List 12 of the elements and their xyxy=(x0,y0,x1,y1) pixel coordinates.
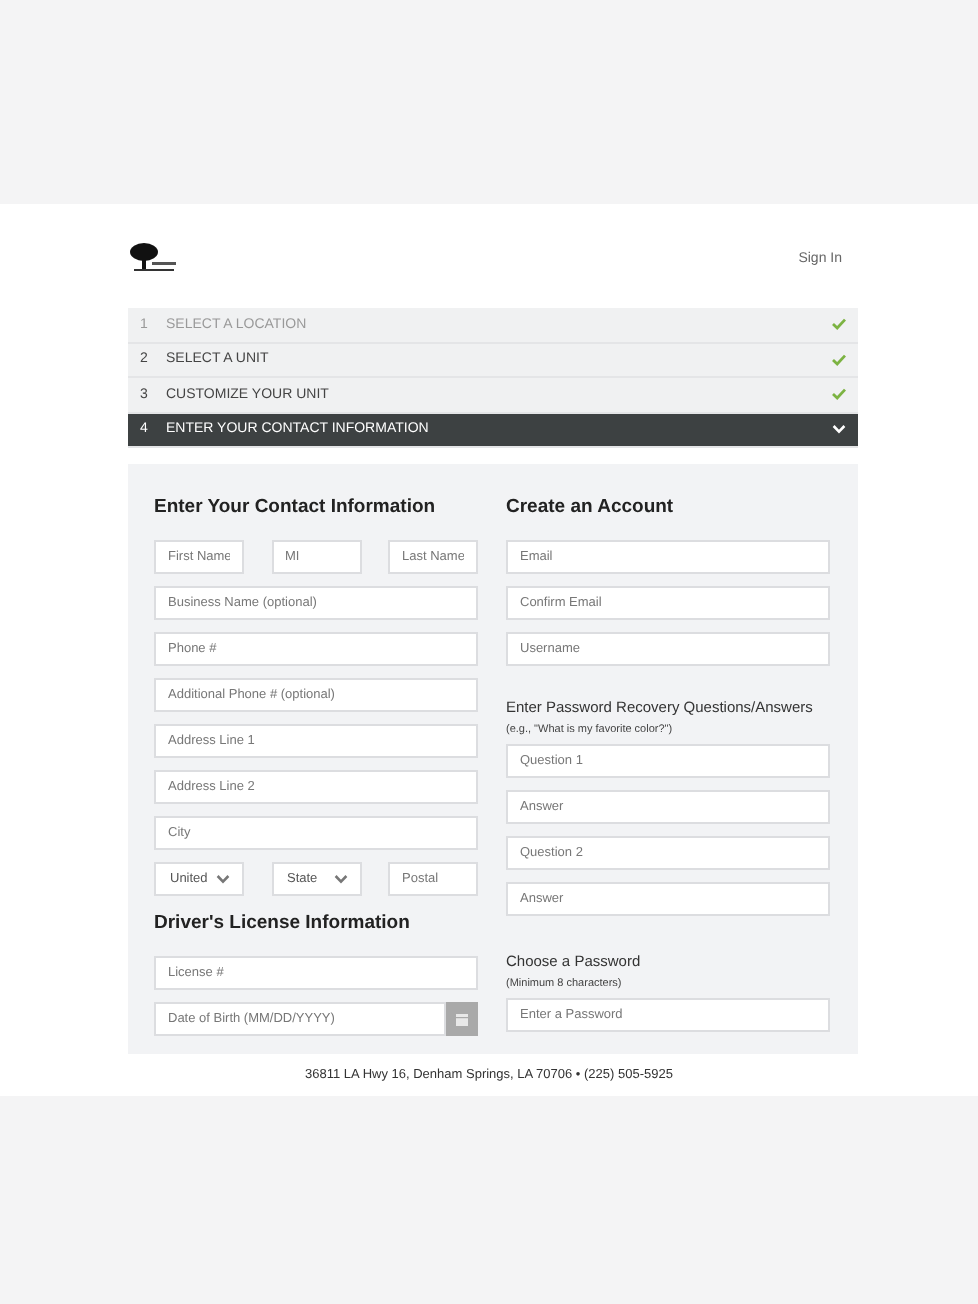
chevron-down-icon xyxy=(216,874,230,884)
check-icon xyxy=(832,318,846,331)
calendar-button[interactable] xyxy=(445,1002,478,1036)
calendar-icon xyxy=(455,1013,468,1025)
check-icon xyxy=(832,388,846,401)
tree-logo xyxy=(128,242,180,274)
section-heading: Create an Account xyxy=(506,496,676,520)
check-icon xyxy=(832,353,846,366)
section-heading: Driver's License Information xyxy=(154,912,412,936)
section-heading: Enter Your Contact Information xyxy=(154,496,438,520)
chevron-down-icon xyxy=(333,874,347,884)
chevron-down-icon xyxy=(832,424,846,435)
